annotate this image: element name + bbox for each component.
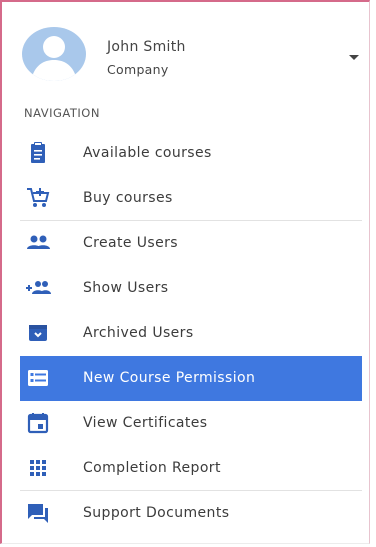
nav-item-support-documents[interactable]: Support Documents xyxy=(20,491,362,536)
group-add-icon xyxy=(25,276,51,300)
nav-item-archived-users[interactable]: Archived Users xyxy=(20,311,362,356)
nav-item-label: New Course Permission xyxy=(83,370,256,386)
list-card-icon xyxy=(25,366,51,390)
people-icon xyxy=(25,231,51,255)
user-company: Company xyxy=(107,62,169,77)
nav-item-label: Completion Report xyxy=(83,460,221,476)
nav-item-label: Buy courses xyxy=(83,190,173,206)
clipboard-icon xyxy=(25,141,51,165)
nav-item-label: View Certificates xyxy=(83,415,208,431)
navigation-menu: Available courses Buy courses Create Use… xyxy=(20,131,362,536)
nav-item-completion-report[interactable]: Completion Report xyxy=(20,446,362,491)
nav-item-buy-courses[interactable]: Buy courses xyxy=(20,176,362,221)
user-profile[interactable]: John Smith Company xyxy=(22,25,367,87)
calendar-icon xyxy=(25,411,51,435)
nav-item-label: Support Documents xyxy=(83,505,230,521)
nav-item-new-course-permission[interactable]: New Course Permission xyxy=(20,356,362,401)
cart-add-icon xyxy=(25,186,51,210)
nav-item-show-users[interactable]: Show Users xyxy=(20,266,362,311)
nav-item-create-users[interactable]: Create Users xyxy=(20,221,362,266)
sidebar-panel: John Smith Company NAVIGATION Available … xyxy=(0,0,370,544)
grid-icon xyxy=(25,456,51,480)
nav-item-available-courses[interactable]: Available courses xyxy=(20,131,362,176)
nav-item-label: Create Users xyxy=(83,235,178,251)
navigation-heading: NAVIGATION xyxy=(24,106,100,120)
chat-icon xyxy=(25,501,51,525)
nav-item-label: Show Users xyxy=(83,280,169,296)
nav-item-view-certificates[interactable]: View Certificates xyxy=(20,401,362,446)
caret-down-icon[interactable] xyxy=(349,55,359,60)
archive-icon xyxy=(25,321,51,345)
user-name: John Smith xyxy=(107,39,186,55)
nav-item-label: Archived Users xyxy=(83,325,194,341)
nav-item-label: Available courses xyxy=(83,145,212,161)
user-avatar-icon[interactable] xyxy=(22,27,86,81)
